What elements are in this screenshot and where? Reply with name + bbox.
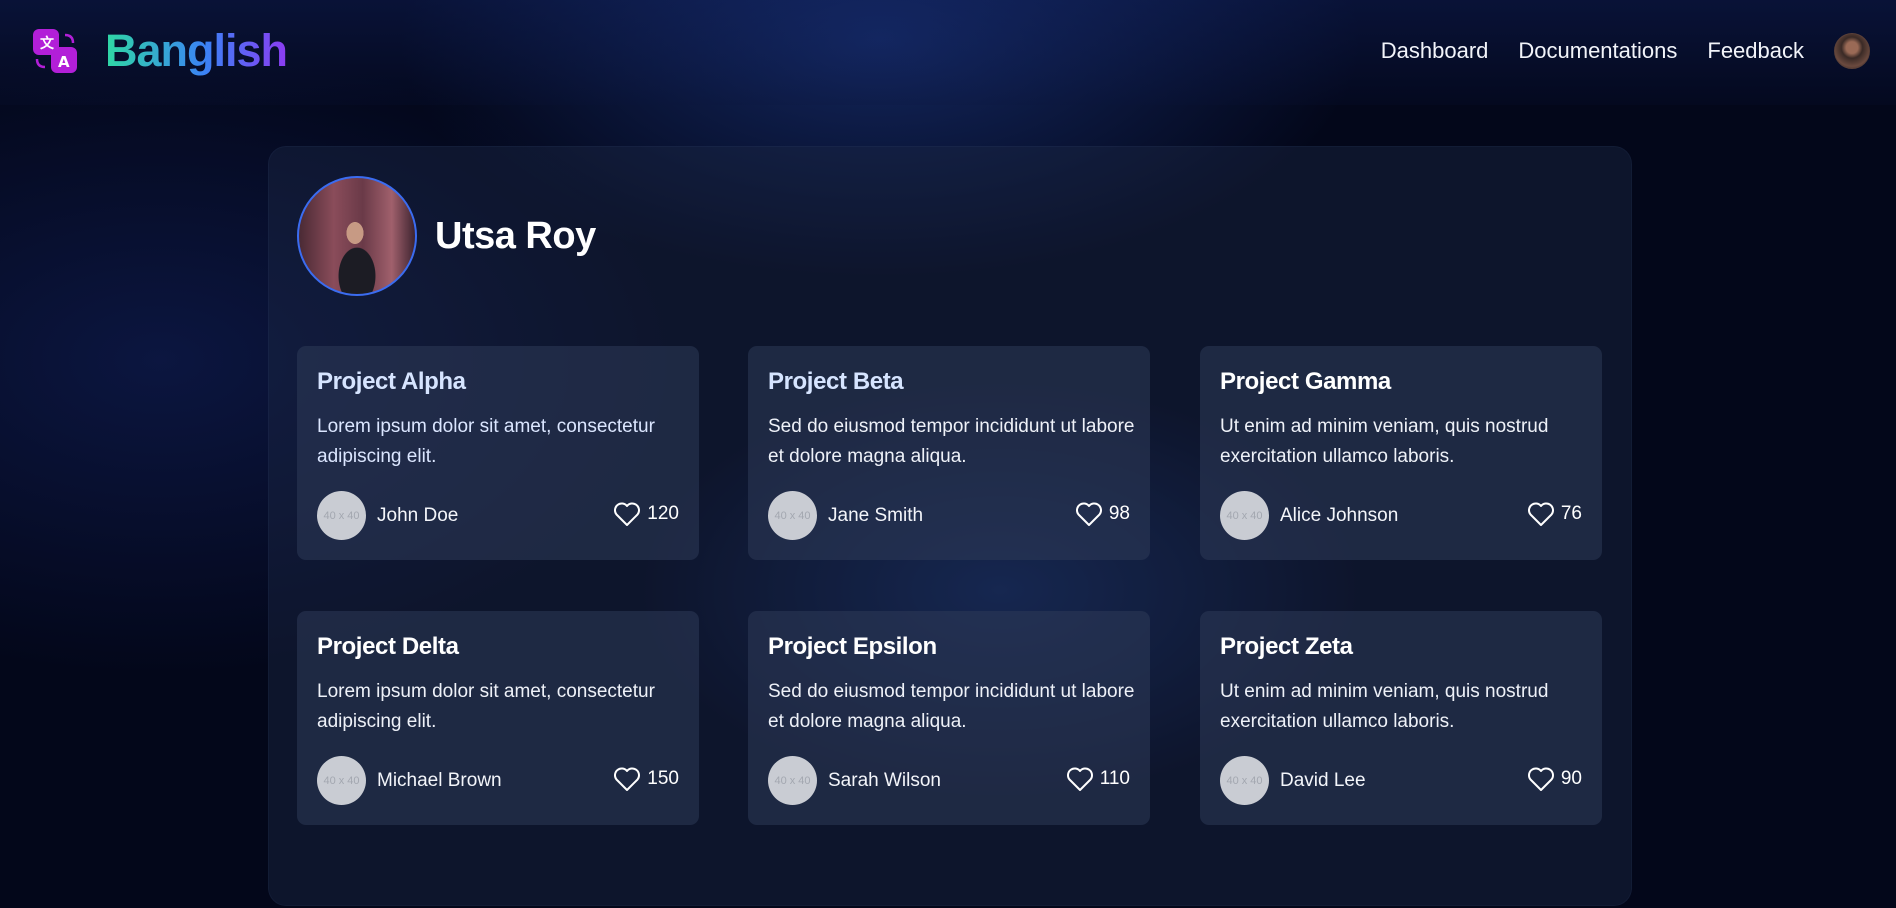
brand-name: Banglish <box>105 24 288 76</box>
profile-card: Utsa Roy Project Alpha Lorem ipsum dolor… <box>268 146 1632 906</box>
project-description: Ut enim ad minim veniam, quis nostrud ex… <box>1220 681 1549 732</box>
project-author: 40 x 40 Jane Smith <box>768 491 923 540</box>
likes: 110 <box>1066 766 1130 792</box>
author-name: David Lee <box>1280 769 1366 791</box>
author-name: Michael Brown <box>377 769 502 791</box>
likes-count: 90 <box>1560 768 1582 789</box>
project-card[interactable]: Project Epsilon Sed do eiusmod tempor in… <box>748 611 1150 825</box>
author-avatar: 40 x 40 <box>317 491 366 540</box>
project-author: 40 x 40 Michael Brown <box>317 756 502 805</box>
user-avatar[interactable] <box>1834 32 1870 69</box>
svg-text:文: 文 <box>40 35 55 52</box>
project-title: Project Alpha <box>317 368 466 395</box>
project-title: Project Zeta <box>1220 633 1353 660</box>
heart-icon[interactable] <box>1527 766 1555 792</box>
profile-header: Utsa Roy <box>297 176 596 296</box>
author-name: Sarah Wilson <box>828 769 941 791</box>
svg-text:A: A <box>58 53 70 71</box>
likes-count: 110 <box>1099 768 1130 789</box>
author-name: Alice Johnson <box>1280 504 1399 526</box>
project-description: Ut enim ad minim veniam, quis nostrud ex… <box>1220 416 1549 467</box>
heart-icon[interactable] <box>1066 766 1094 792</box>
project-description: Lorem ipsum dolor sit amet, consectetur … <box>317 681 655 732</box>
author-avatar: 40 x 40 <box>768 756 817 805</box>
likes-count: 98 <box>1108 503 1130 524</box>
project-description: Sed do eiusmod tempor incididunt ut labo… <box>768 681 1135 732</box>
project-title: Project Epsilon <box>768 633 937 660</box>
heart-icon[interactable] <box>1527 501 1555 527</box>
author-avatar: 40 x 40 <box>1220 756 1269 805</box>
project-title: Project Gamma <box>1220 368 1391 395</box>
project-author: 40 x 40 Alice Johnson <box>1220 491 1398 540</box>
project-card[interactable]: Project Delta Lorem ipsum dolor sit amet… <box>297 611 699 825</box>
likes-count: 150 <box>647 768 679 789</box>
author-avatar: 40 x 40 <box>317 756 366 805</box>
likes: 90 <box>1527 766 1582 792</box>
heart-icon[interactable] <box>613 766 641 792</box>
profile-photo <box>297 176 417 296</box>
project-card[interactable]: Project Zeta Ut enim ad minim veniam, qu… <box>1200 611 1602 825</box>
heart-icon[interactable] <box>1075 501 1103 527</box>
author-name: John Doe <box>377 504 459 526</box>
author-avatar: 40 x 40 <box>768 491 817 540</box>
profile-name: Utsa Roy <box>435 214 596 257</box>
project-author: 40 x 40 John Doe <box>317 491 458 540</box>
likes-count: 120 <box>647 503 679 524</box>
nav-feedback[interactable]: Feedback <box>1707 38 1804 64</box>
main-nav: Dashboard Documentations Feedback <box>1351 32 1870 69</box>
translate-icon: 文 A <box>31 27 79 75</box>
project-card[interactable]: Project Gamma Ut enim ad minim veniam, q… <box>1200 346 1602 560</box>
heart-icon[interactable] <box>613 501 641 527</box>
project-description: Lorem ipsum dolor sit amet, consectetur … <box>317 416 655 467</box>
project-title: Project Delta <box>317 633 459 660</box>
brand-logo-link[interactable]: 文 A Banglish <box>31 24 288 77</box>
project-card[interactable]: Project Alpha Lorem ipsum dolor sit amet… <box>297 346 699 560</box>
likes: 98 <box>1075 501 1130 527</box>
project-author: 40 x 40 Sarah Wilson <box>768 756 941 805</box>
project-description: Sed do eiusmod tempor incididunt ut labo… <box>768 416 1135 467</box>
likes: 76 <box>1527 501 1582 527</box>
project-card[interactable]: Project Beta Sed do eiusmod tempor incid… <box>748 346 1150 560</box>
project-author: 40 x 40 David Lee <box>1220 756 1366 805</box>
top-navbar: 文 A Banglish Dashboard Documentations Fe… <box>0 0 1896 105</box>
likes: 150 <box>613 766 679 792</box>
likes-count: 76 <box>1560 503 1582 524</box>
author-name: Jane Smith <box>828 504 924 526</box>
project-title: Project Beta <box>768 368 904 395</box>
nav-documentations[interactable]: Documentations <box>1518 38 1677 64</box>
author-avatar: 40 x 40 <box>1220 491 1269 540</box>
nav-dashboard[interactable]: Dashboard <box>1381 38 1489 64</box>
likes: 120 <box>613 501 679 527</box>
